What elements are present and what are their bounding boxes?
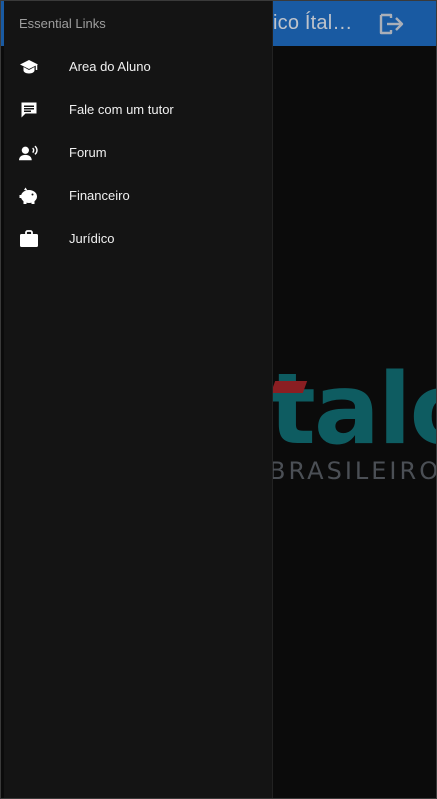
app-window: ico Ítal… talo BRASILEIRO Essential Link… xyxy=(0,0,437,799)
menu-label: Fale com um tutor xyxy=(69,102,174,117)
menu-label: Forum xyxy=(69,145,107,160)
piggy-bank-icon xyxy=(19,186,39,206)
drawer-header: Essential Links xyxy=(19,16,106,31)
menu-label: Jurídico xyxy=(69,231,115,246)
logout-button[interactable] xyxy=(378,10,406,38)
menu-label: Area do Aluno xyxy=(69,59,151,74)
chat-message-icon xyxy=(19,100,39,120)
page-title: ico Ítal… xyxy=(273,12,353,34)
briefcase-icon xyxy=(19,229,39,249)
logout-icon xyxy=(379,13,404,35)
navigation-drawer: Essential Links Area do Aluno Fale com u… xyxy=(4,1,273,798)
menu-label: Financeiro xyxy=(69,188,130,203)
logo-accent xyxy=(270,381,308,393)
logo-wordmark: talo xyxy=(269,353,436,467)
menu-item-financeiro[interactable]: Financeiro xyxy=(4,174,272,217)
speaking-person-icon xyxy=(19,143,39,163)
menu-item-area-do-aluno[interactable]: Area do Aluno xyxy=(4,45,272,88)
menu-item-fale-com-um-tutor[interactable]: Fale com um tutor xyxy=(4,88,272,131)
logo-subtitle: BRASILEIRO xyxy=(269,457,437,485)
menu-item-forum[interactable]: Forum xyxy=(4,131,272,174)
menu-item-juridico[interactable]: Jurídico xyxy=(4,217,272,260)
graduation-cap-icon xyxy=(19,57,39,77)
